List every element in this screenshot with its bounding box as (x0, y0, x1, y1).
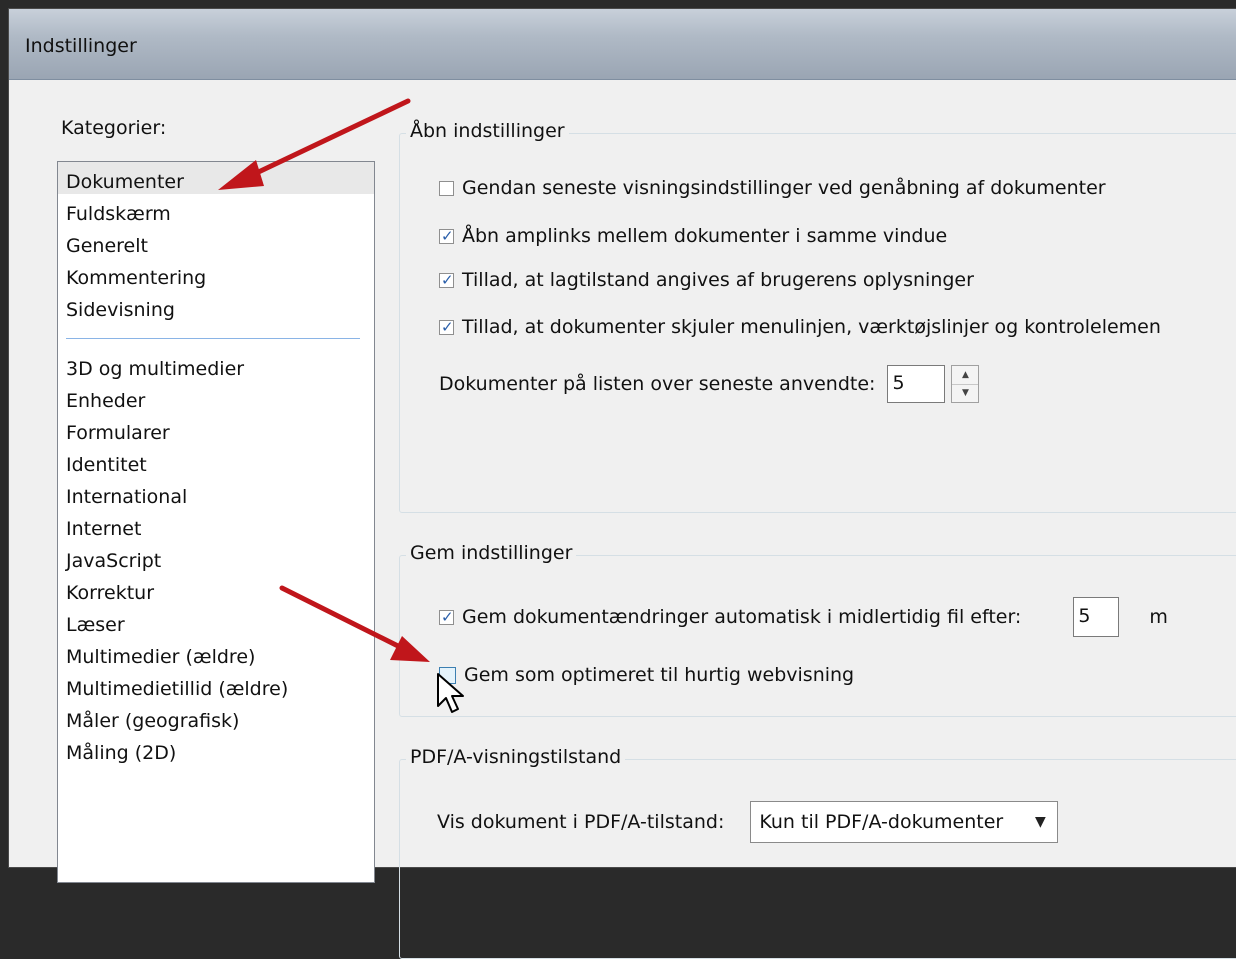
category-item-international[interactable]: International (58, 477, 374, 509)
category-item-dokumenter[interactable]: Dokumenter (58, 162, 374, 194)
recent-docs-stepper[interactable]: 5 ▲ ▼ (887, 365, 980, 403)
recent-docs-row: Dokumenter på listen over seneste anvend… (439, 365, 980, 403)
category-item-formularer[interactable]: Formularer (58, 413, 374, 445)
title-bar[interactable]: Indstillinger (9, 9, 1236, 80)
pdfa-mode-value: Kun til PDF/A-dokumenter (759, 811, 1004, 833)
window-title: Indstillinger (25, 35, 137, 57)
pdfa-group: PDF/A-visningstilstand (399, 746, 1236, 959)
pdfa-mode-select[interactable]: Kun til PDF/A-dokumenter ▼ (750, 801, 1059, 843)
pdfa-mode-label: Vis dokument i PDF/A-tilstand: (437, 811, 725, 833)
category-item-fuldskaerm[interactable]: Fuldskærm (58, 194, 374, 226)
category-item-laeser[interactable]: Læser (58, 605, 374, 637)
open-settings-title: Åbn indstillinger (406, 120, 569, 142)
option-open-links[interactable]: Åbn amplinks mellem dokumenter i samme v… (439, 225, 947, 247)
option-layer-state-label: Tillad, at lagtilstand angives af bruger… (462, 269, 974, 291)
option-hide-menubar-label: Tillad, at dokumenter skjuler menulinjen… (462, 316, 1161, 338)
category-item-maaler[interactable]: Måler (geografisk) (58, 701, 374, 733)
category-item-enheder[interactable]: Enheder (58, 381, 374, 413)
dropdown-arrow-icon[interactable]: ▼ (1023, 802, 1057, 842)
option-autosave-label: Gem dokumentændringer automatisk i midle… (462, 606, 1022, 628)
option-hide-menubar[interactable]: Tillad, at dokumenter skjuler menulinjen… (439, 316, 1161, 338)
categories-list[interactable]: Dokumenter Fuldskærm Generelt Kommenteri… (57, 161, 375, 883)
pdfa-title: PDF/A-visningstilstand (406, 746, 626, 768)
checkbox-layer-state[interactable] (439, 272, 454, 288)
preferences-dialog: Indstillinger Kategorier: Dokumenter Ful… (8, 8, 1236, 959)
pdfa-row: Vis dokument i PDF/A-tilstand: Kun til P… (437, 801, 1059, 843)
category-item-3d[interactable]: 3D og multimedier (58, 349, 374, 381)
option-restore-view[interactable]: Gendan seneste visningsindstillinger ved… (439, 177, 1106, 199)
category-item-internet[interactable]: Internet (58, 509, 374, 541)
dialog-body: Kategorier: Dokumenter Fuldskærm Generel… (21, 89, 1236, 959)
spin-up-icon[interactable]: ▲ (952, 366, 979, 385)
category-item-korrektur[interactable]: Korrektur (58, 573, 374, 605)
save-settings-title: Gem indstillinger (406, 542, 577, 564)
recent-docs-input[interactable]: 5 (887, 365, 946, 403)
checkbox-restore-view[interactable] (439, 180, 454, 196)
category-separator (66, 338, 360, 339)
autosave-unit-label: m (1149, 606, 1168, 628)
checkbox-autosave[interactable] (439, 609, 454, 625)
option-optimize-web[interactable]: Gem som optimeret til hurtig webvisning (439, 664, 854, 686)
category-item-multimedietillid[interactable]: Multimedietillid (ældre) (58, 669, 374, 701)
category-item-kommentering[interactable]: Kommentering (58, 258, 374, 290)
option-open-links-label: Åbn amplinks mellem dokumenter i samme v… (462, 225, 948, 247)
option-restore-view-label: Gendan seneste visningsindstillinger ved… (462, 177, 1106, 199)
spin-down-icon[interactable]: ▼ (952, 385, 978, 403)
category-item-multimedier[interactable]: Multimedier (ældre) (58, 637, 374, 669)
category-item-javascript[interactable]: JavaScript (58, 541, 374, 573)
option-optimize-web-label: Gem som optimeret til hurtig webvisning (464, 664, 855, 686)
option-autosave[interactable]: Gem dokumentændringer automatisk i midle… (439, 597, 1168, 637)
category-item-identitet[interactable]: Identitet (58, 445, 374, 477)
checkbox-optimize-web[interactable] (439, 666, 456, 684)
category-item-maaling[interactable]: Måling (2D) (58, 733, 374, 765)
autosave-minutes-input[interactable]: 5 (1073, 597, 1120, 637)
option-layer-state[interactable]: Tillad, at lagtilstand angives af bruger… (439, 269, 974, 291)
checkbox-open-links[interactable] (439, 228, 454, 244)
category-item-generelt[interactable]: Generelt (58, 226, 374, 258)
recent-docs-label: Dokumenter på listen over seneste anvend… (439, 373, 876, 395)
recent-docs-spin-buttons[interactable]: ▲ ▼ (951, 365, 980, 403)
checkbox-hide-menubar[interactable] (439, 319, 454, 335)
category-item-sidevisning[interactable]: Sidevisning (58, 290, 374, 322)
categories-label: Kategorier: (61, 117, 167, 139)
